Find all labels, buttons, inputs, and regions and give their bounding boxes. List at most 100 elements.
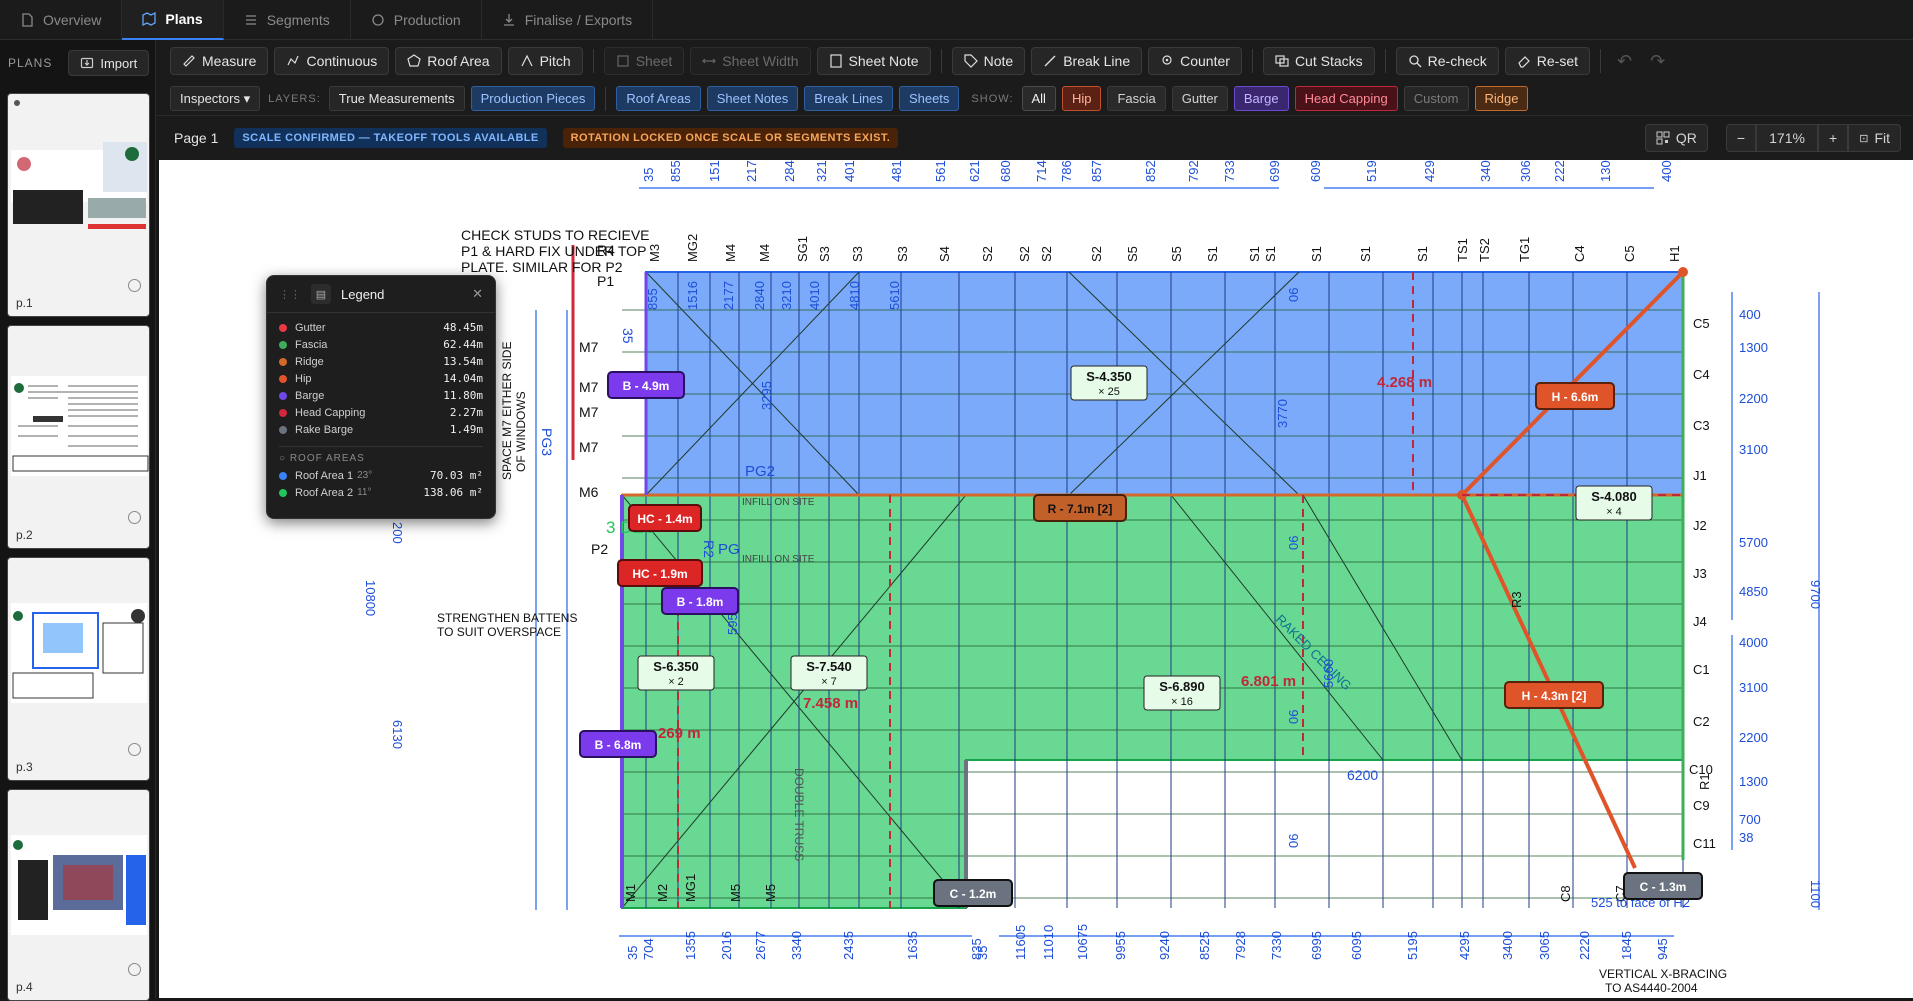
measurement-tag-label: C - 1.3m <box>1640 880 1687 894</box>
import-button[interactable]: Import <box>68 50 150 76</box>
layer-sheet-notes[interactable]: Sheet Notes <box>706 86 799 111</box>
show-filter-ridge[interactable]: Ridge <box>1474 86 1529 111</box>
right-dimension: 3100 <box>1739 680 1768 695</box>
measure-button[interactable]: Measure <box>170 47 269 75</box>
measurement-tag-label: B - 1.8m <box>677 595 724 609</box>
top-dimension: 1300 <box>1598 160 1613 182</box>
roof-area-button[interactable]: Roof Area <box>395 47 502 75</box>
inner-dimension: 4010 <box>807 281 822 310</box>
plan-note: STRENGTHEN BATTENS <box>437 611 577 625</box>
inner-dimension: 06 <box>1286 710 1301 724</box>
page-label: p.1 <box>16 296 33 310</box>
pitch-button[interactable]: Pitch <box>507 47 583 75</box>
inner-dimension: 06 <box>1286 536 1301 550</box>
bottom-dimension: 3065 <box>1537 931 1552 960</box>
show-filter-gutter[interactable]: Gutter <box>1171 86 1228 111</box>
bottom-dimension: 2220 <box>1577 931 1592 960</box>
page-thumbnail-2[interactable]: p.2 <box>7 325 150 549</box>
tab-plans[interactable]: Plans <box>122 0 224 40</box>
show-filter-head-capping[interactable]: Head Capping <box>1294 86 1398 111</box>
tab-production[interactable]: Production <box>351 0 482 40</box>
legend-item-value: 70.03 m² <box>430 469 483 482</box>
recheck-button[interactable]: Re-check <box>1395 47 1499 75</box>
close-icon[interactable]: ✕ <box>472 286 483 302</box>
layer-sheets[interactable]: Sheets <box>898 86 960 111</box>
eave-label: C4 <box>1693 367 1710 382</box>
truss-label: S2 <box>1039 246 1054 262</box>
truss-label: M4 <box>757 244 772 262</box>
legend-swatch <box>279 488 287 497</box>
show-filter-all[interactable]: All <box>1021 86 1056 111</box>
top-dimension: 6995 <box>1267 160 1282 182</box>
reset-button[interactable]: Re-set <box>1504 47 1591 75</box>
legend-area-rows: Roof Area 1 23° 70.03 m² Roof Area 2 11° 138.… <box>279 467 483 501</box>
measurement-tag-label: H - 6.6m <box>1552 390 1599 404</box>
top-dimension: 3065 <box>1518 160 1533 182</box>
page-thumbnail-3[interactable]: p.3 <box>7 557 150 781</box>
layer-break-lines[interactable]: Break Lines <box>804 86 893 111</box>
bottom-dimension: 3340 <box>789 931 804 960</box>
tab-finalise-exports[interactable]: Finalise / Exports <box>482 0 654 40</box>
page-thumbnail-4[interactable]: p.4 <box>7 789 150 1001</box>
inner-dimension: 5610 <box>887 281 902 310</box>
inner-dimension: 3295 <box>759 381 774 410</box>
sheet-note-count: × 25 <box>1098 386 1120 398</box>
tab-label: Plans <box>165 11 203 27</box>
top-dimension: 7928 <box>1186 160 1201 182</box>
page-thumbnail-1[interactable]: p.1 <box>7 93 150 317</box>
show-filter-hip[interactable]: Hip <box>1061 86 1102 111</box>
tab-overview[interactable]: Overview <box>0 0 123 40</box>
button-label: Pitch <box>539 53 571 69</box>
zoom-in-button[interactable]: + <box>1818 124 1849 152</box>
qr-button[interactable]: QR <box>1644 124 1708 152</box>
truss-label: C5 <box>1622 245 1637 262</box>
sheet-note-count: × 7 <box>821 676 837 688</box>
truss-label: H1 <box>1667 245 1682 262</box>
button-label: Measure <box>202 53 257 69</box>
plan-small-label: M7 <box>579 439 599 455</box>
note-button[interactable]: Note <box>951 47 1026 75</box>
top-dimension: 5195 <box>1364 160 1379 182</box>
vertex-marker[interactable] <box>1678 267 1688 277</box>
toolbar-divider <box>1600 49 1602 73</box>
legend-row: Gutter 48.45m <box>279 319 483 336</box>
break-line-button[interactable]: Break Line <box>1031 47 1143 75</box>
legend-item-value: 11.80m <box>443 389 483 402</box>
plan-small-label: R4 <box>597 242 615 258</box>
inner-dimension: 5660 <box>1321 659 1336 688</box>
measurement-tag-label: B - 4.9m <box>623 379 670 393</box>
legend-row: Fascia 62.44m <box>279 336 483 353</box>
legend-item-name: Barge <box>295 389 325 402</box>
layer-true-measurements[interactable]: True Measurements <box>328 86 465 111</box>
inspectors-dropdown[interactable]: Inspectors ▾ <box>170 86 261 111</box>
undo-icon[interactable]: ↶ <box>1611 51 1638 72</box>
legend-swatch <box>279 323 287 332</box>
sheet-note-button[interactable]: Sheet Note <box>816 47 931 75</box>
top-dimension: 400 <box>1659 160 1674 182</box>
roof-area-1[interactable] <box>645 271 1684 496</box>
top-dimension: 7330 <box>1222 160 1237 182</box>
tag-icon <box>964 54 978 68</box>
plan-note: TO AS4440-2004 <box>1605 981 1698 995</box>
drag-handle-icon[interactable]: ⋮⋮ <box>279 288 301 301</box>
zoom-out-button[interactable]: − <box>1725 124 1757 152</box>
show-filter-barge[interactable]: Barge <box>1233 86 1289 111</box>
right-dimension: 38 <box>1739 830 1753 845</box>
layer-roof-areas[interactable]: Roof Areas <box>616 86 701 111</box>
fit-button[interactable]: ⊡ Fit <box>1848 124 1901 152</box>
continuous-button[interactable]: Continuous <box>274 47 390 75</box>
right-dimension: 4850 <box>1739 584 1768 599</box>
tab-segments[interactable]: Segments <box>224 0 351 40</box>
cut-stacks-button[interactable]: Cut Stacks <box>1262 47 1375 75</box>
redo-icon[interactable]: ↷ <box>1644 51 1671 72</box>
layer-production-pieces[interactable]: Production Pieces <box>470 86 596 111</box>
plan-note: INFILL ON SITE <box>742 497 815 508</box>
counter-button[interactable]: Counter <box>1148 47 1242 75</box>
top-dimension: 4810 <box>889 160 904 182</box>
show-filter-custom[interactable]: Custom <box>1403 86 1469 111</box>
show-filter-fascia[interactable]: Fascia <box>1107 86 1166 111</box>
show-label: SHOW: <box>971 92 1014 105</box>
bottom-dimension: 11010 <box>1041 925 1056 960</box>
sheet-width-button[interactable]: Sheet Width <box>690 47 811 75</box>
sheet-button[interactable]: Sheet <box>603 47 685 75</box>
